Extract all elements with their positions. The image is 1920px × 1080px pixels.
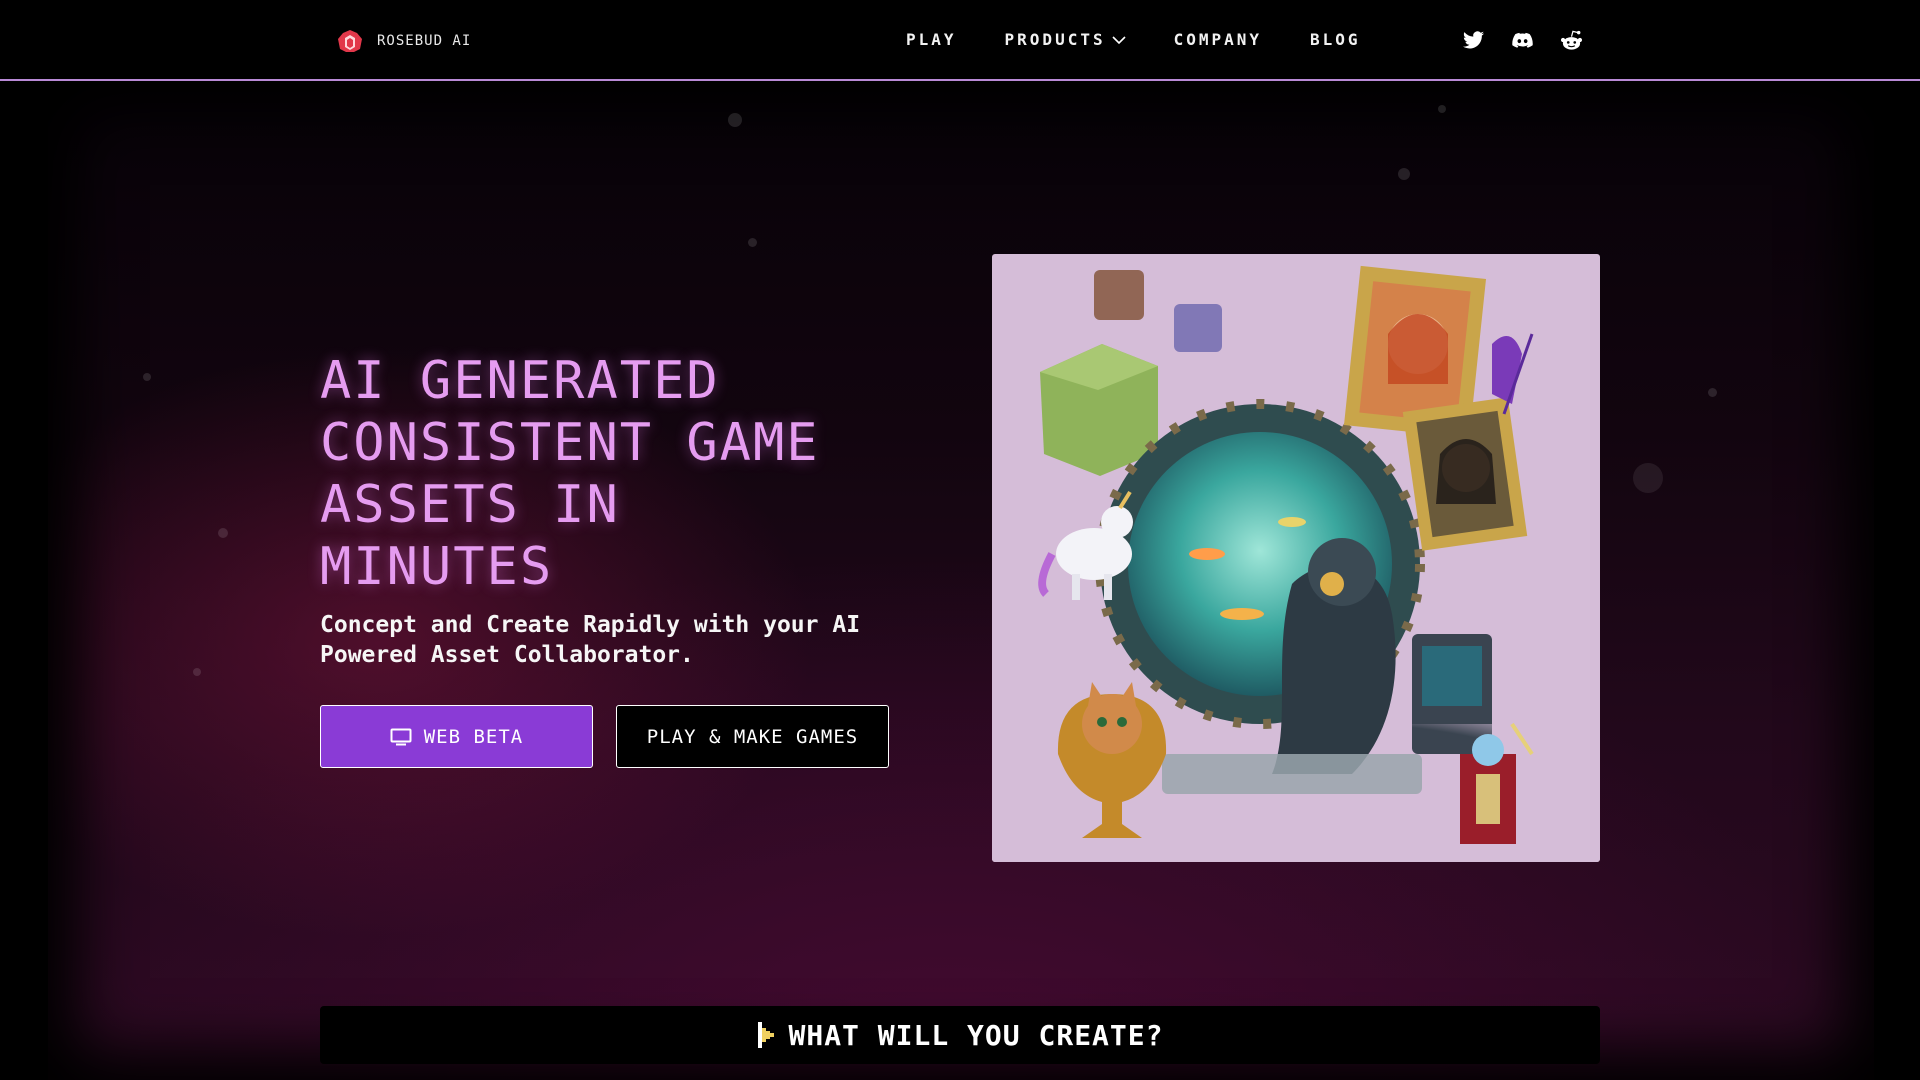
banner-label: WHAT WILL YOU CREATE? [788,1018,1164,1052]
reddit-icon[interactable] [1560,29,1583,52]
hero-illustration [992,254,1600,862]
hero-subheadline: Concept and Create Rapidly with your AI … [320,612,861,668]
monitor-icon [390,728,412,745]
rosebud-logo-icon [338,30,362,52]
nav-play[interactable]: PLAY [906,30,957,49]
star-dot [748,238,757,247]
play-make-games-button[interactable]: PLAY & MAKE GAMES [616,705,889,768]
nav-company[interactable]: COMPANY [1174,30,1262,49]
star-dot [1438,105,1446,113]
dirt-cube [1094,270,1144,320]
what-will-you-create-banner[interactable]: WHAT WILL YOU CREATE? [320,1006,1600,1064]
star-dot [728,113,742,127]
magic-cube [1174,304,1222,352]
social-links [1462,29,1583,52]
pixel-cursor-icon [758,1022,775,1048]
game-assets-collage [992,265,1600,862]
brand-logo[interactable]: ROSEBUD AI [337,26,471,56]
hero-headline: AI GENERATED CONSISTENT GAME ASSETS IN M… [320,351,820,597]
nav-products[interactable]: PRODUCTS [1005,30,1126,49]
star-dot [1633,463,1663,493]
star-dot [143,373,151,381]
star-dot [218,528,228,538]
nav-blog[interactable]: BLOG [1310,30,1361,49]
top-navbar: ROSEBUD AI PLAY PRODUCTS COMPANY BLOG [0,0,1920,81]
play-make-games-label: PLAY & MAKE GAMES [646,725,859,748]
star-dot [1708,388,1717,397]
chevron-down-icon [1112,35,1126,44]
discord-icon[interactable] [1511,29,1534,52]
brand-name: ROSEBUD AI [377,33,472,49]
star-dot [193,668,201,676]
star-dot [1398,168,1410,180]
main-nav: PLAY PRODUCTS COMPANY BLOG [906,30,1361,49]
web-beta-button[interactable]: WEB BETA [320,705,593,768]
mermaid-sprite [1492,336,1522,404]
nav-products-label: PRODUCTS [1004,30,1106,49]
twitter-icon[interactable] [1462,29,1485,52]
web-beta-label: WEB BETA [423,725,524,748]
